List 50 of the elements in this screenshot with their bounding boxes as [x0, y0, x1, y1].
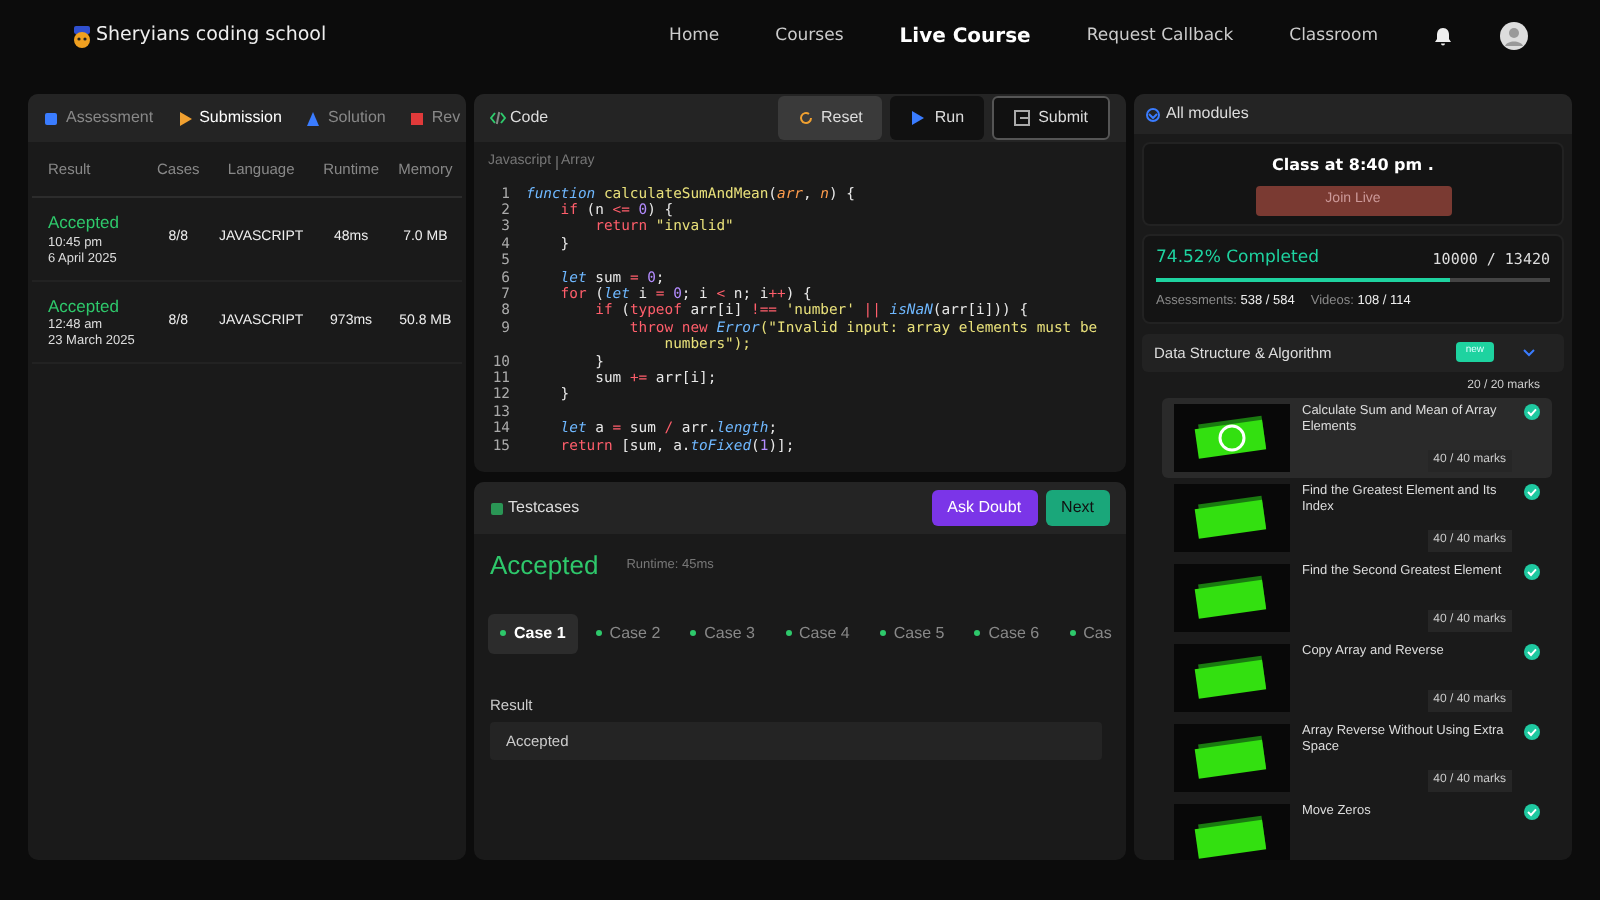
- case-tab[interactable]: Case 3: [678, 613, 768, 653]
- checkbox-icon: [490, 501, 504, 515]
- panel-title: Code: [510, 106, 549, 130]
- case-tab[interactable]: Case 2: [583, 613, 673, 653]
- code-thumbnail: [1192, 491, 1272, 544]
- action-button[interactable]: Next: [1045, 490, 1110, 526]
- square-icon: [409, 111, 424, 125]
- case-tab[interactable]: Case 5: [867, 613, 957, 653]
- chevron-icon[interactable]: [1522, 345, 1536, 360]
- code-thumbnail: [1192, 811, 1272, 860]
- panel-tab[interactable]: Rev: [409, 106, 461, 130]
- code-thumbnail: [1192, 731, 1272, 784]
- case-tab[interactable]: Case 6: [962, 613, 1052, 653]
- code-icon: [490, 110, 506, 126]
- panel-title: Testcases: [508, 496, 580, 520]
- mascot-logo-icon: [72, 25, 92, 47]
- nav-link[interactable]: Live Course: [899, 21, 1031, 51]
- case-tab[interactable]: Case 4: [773, 613, 862, 653]
- reset-icon: [797, 110, 813, 126]
- panel-tab[interactable]: Assessment: [44, 106, 154, 130]
- panel-tab[interactable]: Solution: [305, 106, 386, 130]
- brand-name: Sheryians coding school: [96, 21, 327, 50]
- bell-icon[interactable]: [1434, 26, 1452, 46]
- code-thumbnail: [1192, 651, 1272, 704]
- nav-link[interactable]: Classroom: [1289, 23, 1378, 49]
- code-thumbnail: [1192, 411, 1272, 464]
- panel-title: All modules: [1166, 102, 1249, 126]
- flask-icon: [305, 111, 320, 125]
- case-tab[interactable]: Case 1: [488, 613, 578, 653]
- play-icon: [910, 110, 927, 126]
- status-text: Accepted: [48, 293, 121, 319]
- nav-link[interactable]: Request Callback: [1086, 23, 1234, 49]
- status-text: Accepted: [48, 210, 121, 236]
- action-button[interactable]: Run: [890, 96, 985, 140]
- class-time-text: Class at 8:40 pm .: [1270, 154, 1436, 178]
- panel-tab[interactable]: Submission: [177, 106, 282, 130]
- nav-link[interactable]: Home: [669, 23, 720, 49]
- progress-text: 74.52% Completed: [1156, 246, 1319, 272]
- nav-link[interactable]: Courses: [775, 23, 844, 49]
- play-icon: [177, 111, 192, 125]
- case-tab[interactable]: Cas: [1057, 613, 1124, 653]
- submit-icon: [1014, 110, 1031, 126]
- chevron-circle-icon: [1146, 107, 1160, 121]
- avatar-icon[interactable]: [1500, 22, 1528, 50]
- action-button[interactable]: Ask Doubt: [931, 490, 1038, 526]
- action-button[interactable]: Reset: [777, 96, 883, 140]
- square-icon: [44, 111, 58, 125]
- action-button[interactable]: Submit: [992, 96, 1110, 140]
- result-status: Accepted: [490, 548, 599, 584]
- code-thumbnail: [1192, 571, 1272, 624]
